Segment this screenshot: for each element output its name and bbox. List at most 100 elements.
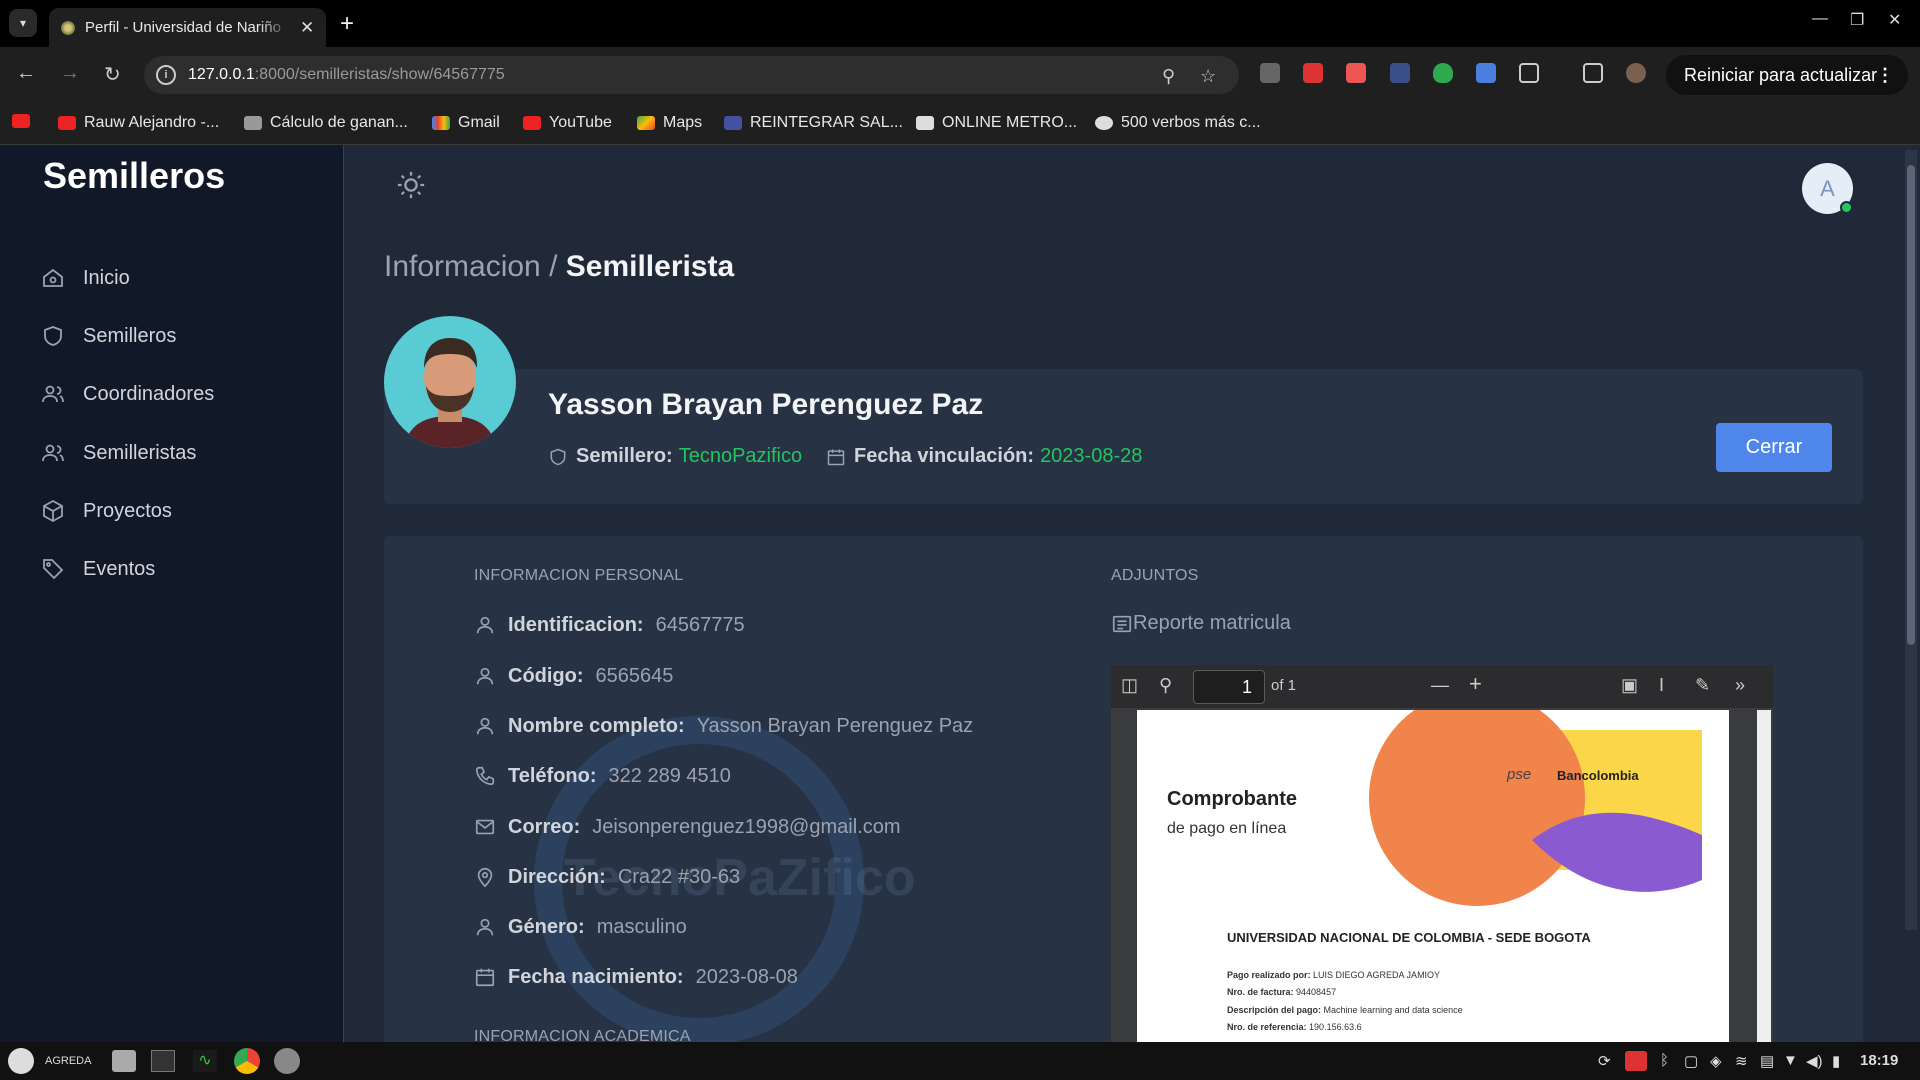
bookmark-3[interactable]: Gmail — [432, 114, 500, 132]
attachment-label: Reporte matricula — [1133, 612, 1291, 634]
clipboard-icon[interactable]: ▢ — [1684, 1052, 1698, 1070]
sidebar-item-eventos[interactable]: Eventos — [41, 554, 155, 584]
field-identificacion: Identificacion: 64567775 — [474, 611, 745, 639]
files-icon[interactable] — [112, 1050, 136, 1072]
new-tab-button[interactable]: + — [340, 10, 354, 38]
user-avatar[interactable]: A — [1802, 163, 1853, 214]
tag-icon — [43, 559, 64, 580]
update-button[interactable]: Reiniciar para actualizar ⋮ — [1666, 55, 1908, 95]
page-scrollbar-thumb[interactable] — [1907, 165, 1915, 645]
tab-search-button[interactable]: ▾ — [9, 9, 37, 37]
sidebar-toggle-icon[interactable]: ◫ — [1121, 675, 1138, 696]
bookmark-7[interactable]: ONLINE METRO... — [916, 114, 1077, 132]
image-icon[interactable]: ▣ — [1621, 675, 1638, 696]
reload-icon[interactable]: ↻ — [104, 62, 121, 87]
bookmark-6[interactable]: REINTEGRAR SAL... — [724, 114, 903, 132]
wifi-icon[interactable]: ▼ — [1783, 1052, 1798, 1069]
bookmark-4[interactable]: YouTube — [523, 114, 612, 132]
field-key: Correo: — [508, 815, 581, 838]
bookmark-icon — [244, 116, 262, 130]
close-tab-icon[interactable]: ✕ — [300, 18, 314, 38]
side-panel-icon[interactable] — [1583, 63, 1603, 83]
online-status-dot — [1840, 201, 1853, 214]
close-button[interactable]: Cerrar — [1716, 423, 1832, 472]
bookmark-star-icon[interactable]: ☆ — [1200, 66, 1216, 87]
sidebar-item-label: Coordinadores — [83, 382, 215, 405]
extension-mega-icon[interactable] — [1303, 63, 1323, 83]
minimize-icon[interactable]: — — [1812, 10, 1828, 28]
pdf-viewer[interactable]: ◫ ⚲ 1 of 1 — + ▣ I ✎ » Comprobante de pa… — [1111, 665, 1773, 1042]
volume-icon[interactable]: ◀) — [1806, 1052, 1823, 1070]
keyboard-icon[interactable]: ▤ — [1760, 1052, 1774, 1070]
draw-icon[interactable]: ✎ — [1695, 675, 1710, 696]
personal-info-heading: INFORMACION PERSONAL — [474, 567, 684, 584]
restore-icon[interactable]: ❐ — [1850, 10, 1864, 30]
user-icon — [476, 616, 494, 634]
battery-icon[interactable]: ▮ — [1832, 1052, 1840, 1070]
sidebar-item-label: Proyectos — [83, 499, 172, 522]
bookmark-1[interactable]: Rauw Alejandro -... — [58, 114, 219, 132]
search-icon[interactable]: ⚲ — [1159, 675, 1172, 696]
page-number-input[interactable]: 1 — [1193, 670, 1265, 704]
zoom-in-icon[interactable]: + — [1469, 671, 1482, 697]
page-scrollbar[interactable] — [1905, 150, 1917, 930]
network-icon[interactable]: ≋ — [1735, 1052, 1748, 1070]
theme-toggle-sun-icon[interactable] — [396, 170, 426, 200]
sidebar-item-coordinadores[interactable]: Coordinadores — [41, 379, 214, 409]
shield-tray-icon[interactable]: ◈ — [1710, 1052, 1722, 1070]
forward-icon[interactable]: → — [60, 62, 80, 85]
receipt-line-value: Machine learning and data science — [1323, 1005, 1463, 1015]
menu-dots-icon[interactable]: ⋮ — [1876, 65, 1894, 86]
sync-icon[interactable]: ⟳ — [1598, 1052, 1611, 1070]
system-monitor-icon[interactable]: ∿ — [193, 1050, 217, 1072]
extension-v-icon[interactable] — [1260, 63, 1280, 83]
zoom-icon[interactable]: ⚲ — [1162, 66, 1175, 87]
attachment-title[interactable]: Reporte matricula — [1111, 612, 1291, 635]
field-key: Teléfono: — [508, 764, 597, 787]
youtube-icon — [12, 114, 30, 128]
extension-picker-icon[interactable] — [1390, 63, 1410, 83]
user-icon — [476, 918, 494, 936]
pdf-page: Comprobante de pago en línea pse Bancolo… — [1137, 710, 1729, 1042]
breadcrumb-parent[interactable]: Informacion / — [384, 250, 557, 283]
profile-avatar-icon[interactable] — [1626, 63, 1646, 83]
calendar-icon — [827, 449, 845, 465]
receipt-line-2: Descripción del pago: Machine learning a… — [1227, 1005, 1463, 1015]
user-avatar-icon[interactable] — [8, 1048, 34, 1074]
field-fecha-nacimiento: Fecha nacimiento: 2023-08-08 — [474, 963, 798, 991]
bluetooth-icon[interactable]: ᛒ — [1660, 1052, 1669, 1069]
pdf-scrollbar[interactable] — [1757, 710, 1771, 1042]
sidebar-item-semilleros[interactable]: Semilleros — [41, 321, 176, 351]
more-tools-icon[interactable]: » — [1735, 675, 1745, 696]
receipt-line-key: Nro. de referencia: — [1227, 1022, 1307, 1032]
receipt-subtitle: de pago en línea — [1167, 820, 1287, 837]
bookmark-5[interactable]: Maps — [637, 114, 702, 132]
sidebar-item-proyectos[interactable]: Proyectos — [41, 496, 172, 526]
extensions-puzzle-icon[interactable] — [1519, 63, 1539, 83]
shield-icon — [44, 326, 62, 346]
extension-shield-icon[interactable] — [1433, 63, 1453, 83]
semillero-value[interactable]: TecnoPazifico — [679, 445, 802, 468]
close-window-icon[interactable]: ✕ — [1888, 10, 1901, 30]
zoom-out-icon[interactable]: — — [1431, 675, 1449, 696]
bookmark-youtube-0[interactable] — [12, 114, 30, 128]
address-bar[interactable]: i 127.0.0.1:8000/semilleristas/show/6456… — [144, 56, 1239, 94]
chrome-icon[interactable] — [234, 1048, 260, 1074]
semillero-info: Semillero: TecnoPazifico — [548, 445, 802, 468]
site-info-icon[interactable]: i — [156, 65, 176, 85]
bookmark-8[interactable]: 500 verbos más c... — [1095, 114, 1261, 132]
receipt-line-value: 190.156.63.6 — [1309, 1022, 1362, 1032]
bookmark-2[interactable]: Cálculo de ganan... — [244, 114, 408, 132]
anydesk-icon[interactable] — [1625, 1051, 1647, 1071]
extension-pdf-icon[interactable] — [1346, 63, 1366, 83]
terminal-icon[interactable] — [151, 1050, 175, 1072]
back-icon[interactable]: ← — [16, 62, 36, 85]
sidebar-item-semilleristas[interactable]: Semilleristas — [41, 438, 196, 468]
mail-icon — [475, 819, 495, 835]
text-cursor-icon[interactable]: I — [1659, 675, 1664, 696]
sidebar-item-inicio[interactable]: Inicio — [41, 263, 130, 293]
bookmark-icon — [724, 116, 742, 130]
browser-tab[interactable]: Perfil - Universidad de Nariño ✕ — [49, 8, 326, 47]
extension-translate-icon[interactable] — [1476, 63, 1496, 83]
settings-icon[interactable] — [274, 1048, 300, 1074]
